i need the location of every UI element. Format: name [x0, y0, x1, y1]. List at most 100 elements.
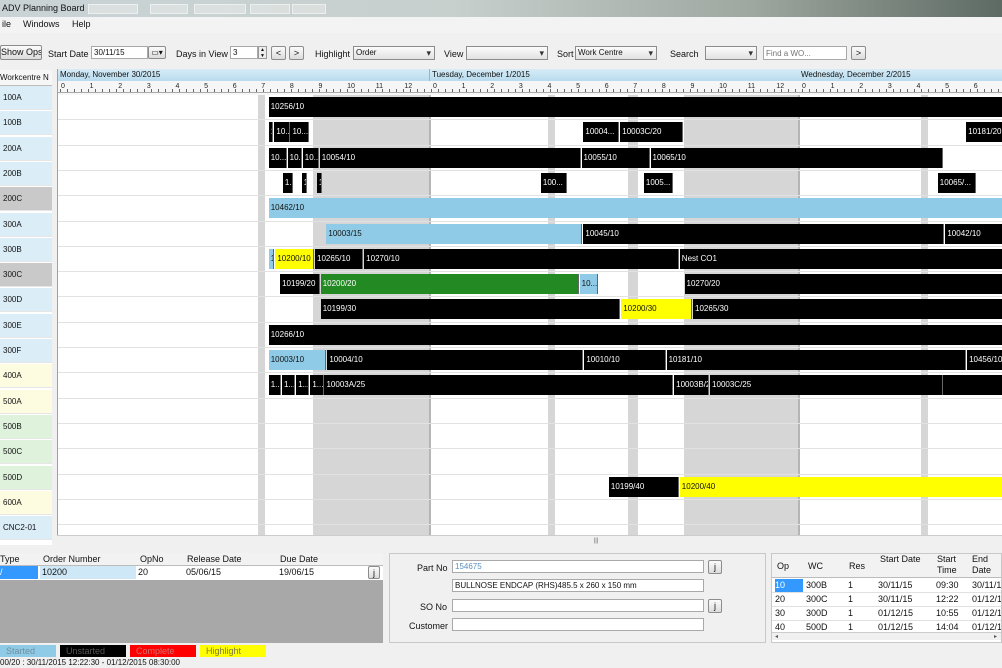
prev-day-button[interactable]: < [271, 46, 286, 60]
workcentre-item[interactable]: 100A [0, 86, 52, 110]
workcentre-item[interactable]: 400A [0, 364, 52, 389]
gantt-board[interactable]: Monday, November 30/2015 Tuesday, Decembe… [57, 69, 1002, 535]
workcentre-item[interactable]: 500D [0, 465, 52, 490]
operation-bar[interactable]: 10... [290, 122, 310, 143]
horizontal-scrollbar[interactable]: ||| [57, 535, 1002, 546]
workcentre-item[interactable]: 500A [0, 389, 52, 414]
scroll-left-icon[interactable]: ◂ [775, 633, 778, 641]
next-day-button[interactable]: > [289, 46, 304, 60]
operation-bar[interactable]: 10181/20 [966, 122, 1002, 143]
workcentre-item[interactable]: 300F [0, 339, 52, 363]
workcentre-item[interactable]: 500B [0, 414, 52, 439]
operation-bar[interactable]: 10003/10 [268, 350, 327, 370]
search-go-button[interactable]: > [851, 46, 866, 60]
menu-help[interactable]: Help [72, 19, 91, 29]
operation-bar[interactable]: 1 [301, 172, 307, 193]
menu-windows[interactable]: Windows [23, 19, 60, 29]
operation-bar[interactable]: 10... [268, 147, 287, 168]
view-select[interactable] [466, 46, 548, 60]
operation-bar[interactable]: 10042/10 [945, 223, 1002, 244]
operation-bar[interactable]: Nest CO1 [679, 248, 1002, 269]
operation-bar[interactable]: 100... [540, 172, 568, 193]
table-row[interactable]: 20 300C 1 30/11/15 12:22 01/12/15 [772, 593, 1001, 607]
operation-bar[interactable]: 10265/30 [693, 299, 1002, 320]
operation-bar[interactable]: 10200/30 [621, 299, 693, 320]
operation-bar[interactable]: 10... [579, 274, 598, 295]
operation-bar[interactable]: 10199/30 [320, 299, 621, 320]
workcentre-item[interactable]: 300D [0, 288, 52, 313]
scroll-grip-icon[interactable]: ||| [587, 538, 605, 544]
workcentre-item[interactable]: 100B [0, 111, 52, 136]
operation-bar[interactable]: 10054/10 [319, 147, 581, 168]
operation-bar[interactable]: 10462/10 [268, 198, 1002, 219]
workcentre-item[interactable]: 300C [0, 263, 52, 288]
so-no-field[interactable] [452, 599, 704, 612]
operation-bar[interactable]: 10003C/20 [620, 122, 683, 143]
operation-bar[interactable]: 10266/10 [268, 324, 1002, 345]
workcentre-item[interactable]: 200A [0, 136, 52, 161]
so-lookup-button[interactable]: j [708, 599, 722, 613]
ops-scrollbar[interactable]: ◂ ▸ [772, 632, 1001, 641]
operation-bar[interactable]: 10270/10 [364, 248, 679, 269]
workcentre-item[interactable]: 300A [0, 212, 52, 237]
operation-bar[interactable]: 1... [281, 375, 296, 396]
operation-bar[interactable]: 1 [268, 122, 274, 143]
workcentre-item[interactable]: 300E [0, 313, 52, 338]
table-row[interactable]: 10300B 1 30/11/15 09:30 30/11/15 [772, 579, 1001, 593]
operation-bar[interactable]: 1 [268, 248, 275, 269]
operation-bar[interactable]: 10265/10 [315, 248, 364, 269]
operation-bar[interactable]: 10065/10 [650, 147, 943, 168]
operation-bar[interactable] [943, 375, 1002, 396]
operation-bar[interactable]: 10456/10 [967, 350, 1002, 370]
operation-bar[interactable]: 10... [302, 147, 319, 168]
operation-bar[interactable]: 10065/... [937, 172, 976, 193]
workcentre-item[interactable]: 200B [0, 161, 52, 186]
operation-bar[interactable]: 1... [282, 172, 294, 193]
scroll-right-icon[interactable]: ▸ [994, 633, 997, 641]
operation-bar[interactable]: 10... [274, 122, 290, 143]
operation-bar[interactable]: 10181/10 [666, 350, 967, 370]
highlight-select[interactable]: Order [353, 46, 435, 60]
part-lookup-button[interactable]: j [708, 560, 722, 574]
operation-bar[interactable]: 10270/20 [684, 274, 1002, 295]
calendar-dropdown[interactable]: ▭▾ [148, 46, 166, 59]
operation-bar[interactable]: 10200/40 [679, 476, 1002, 497]
workcentre-item[interactable]: 200C [0, 187, 52, 212]
operation-bar[interactable]: 10055/10 [581, 147, 650, 168]
table-row[interactable]: 30 300D 1 01/12/15 10:55 01/12/15 [772, 607, 1001, 621]
days-in-view-field[interactable]: 3 [230, 46, 258, 59]
operation-bar[interactable]: 10003/15 [326, 223, 583, 244]
operation-bar[interactable]: 1 [316, 172, 322, 193]
show-ops-button[interactable]: Show Ops [0, 45, 42, 60]
operation-bar[interactable]: 1... [268, 375, 282, 396]
operation-bar[interactable]: 1... [296, 375, 310, 396]
workcentre-item[interactable]: 600A [0, 490, 52, 515]
search-input[interactable] [763, 46, 847, 60]
menu-file[interactable]: ile [2, 19, 11, 29]
operation-bar[interactable]: 10256/10 [268, 97, 1002, 117]
operation-bar[interactable]: 10003B/2 [674, 375, 710, 396]
part-no-field[interactable]: 154675 [452, 560, 704, 573]
operation-bar[interactable]: 10199/40 [608, 476, 679, 497]
operation-bar[interactable]: 10010/10 [584, 350, 666, 370]
days-spinner[interactable]: ▲ ▼ [258, 46, 267, 59]
operation-bar[interactable]: 10003C/25 [710, 375, 943, 396]
operation-bar[interactable]: 10003A/25 [324, 375, 674, 396]
sort-select[interactable]: Work Centre [575, 46, 657, 60]
order-lookup-button[interactable]: j [368, 566, 380, 579]
operation-bar[interactable]: 10045/10 [583, 223, 945, 244]
operation-bar[interactable]: 10004/10 [327, 350, 584, 370]
operation-bar[interactable]: 10200/20 [320, 274, 579, 295]
workcentre-item[interactable]: 500C [0, 440, 52, 465]
operation-bar[interactable]: 10200/10 [275, 248, 315, 269]
workcentre-item[interactable]: CNC2-01 [0, 516, 52, 541]
customer-field[interactable] [452, 618, 704, 631]
operation-bar[interactable]: 1... [310, 375, 324, 396]
table-row[interactable]: / 10200 20 05/06/15 19/06/15 j [0, 566, 383, 580]
operation-bar[interactable]: 1005... [643, 172, 674, 193]
workcentre-item[interactable]: 300B [0, 237, 52, 262]
start-date-field[interactable]: 30/11/15 [91, 46, 148, 59]
operation-bar[interactable]: 10199/20 [280, 274, 320, 295]
operation-bar[interactable]: 10... [287, 147, 302, 168]
operation-bar[interactable]: 10004... [583, 122, 620, 143]
